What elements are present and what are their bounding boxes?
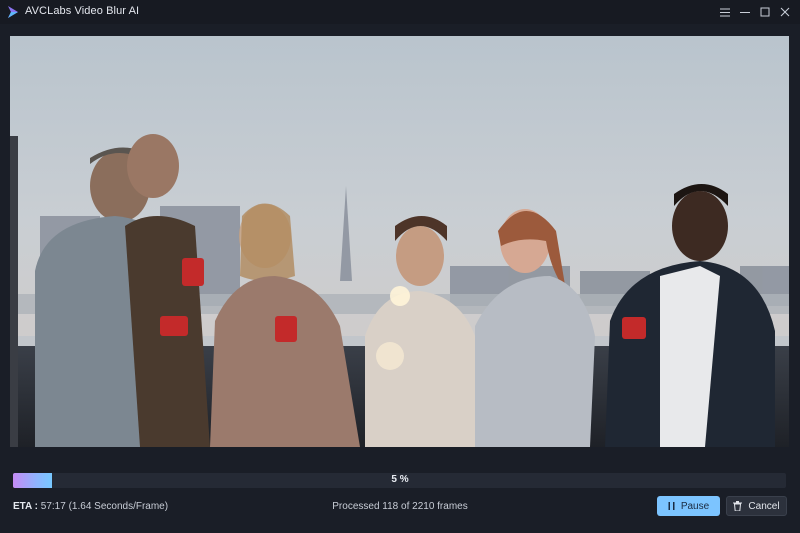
hamburger-icon (720, 8, 730, 16)
pause-label: Pause (680, 500, 710, 512)
maximize-icon (760, 7, 770, 17)
maximize-button[interactable] (757, 4, 773, 20)
app-logo-icon (8, 6, 18, 18)
trash-icon (733, 501, 743, 511)
close-button[interactable] (777, 4, 793, 20)
minimize-icon (740, 12, 750, 13)
video-preview[interactable] (10, 36, 789, 447)
cancel-button[interactable]: Cancel (726, 496, 787, 516)
title-bar: AVCLabs Video Blur AI (0, 0, 800, 24)
minimize-button[interactable] (737, 4, 753, 20)
progress-percent: 5 % (391, 474, 409, 485)
app-title: AVCLabs Video Blur AI (25, 5, 140, 17)
menu-button[interactable] (717, 4, 733, 20)
cancel-label: Cancel (748, 500, 780, 512)
video-frame (10, 36, 789, 447)
pause-button[interactable]: Pause (657, 496, 720, 516)
close-icon (780, 7, 790, 17)
pause-icon (668, 502, 675, 510)
